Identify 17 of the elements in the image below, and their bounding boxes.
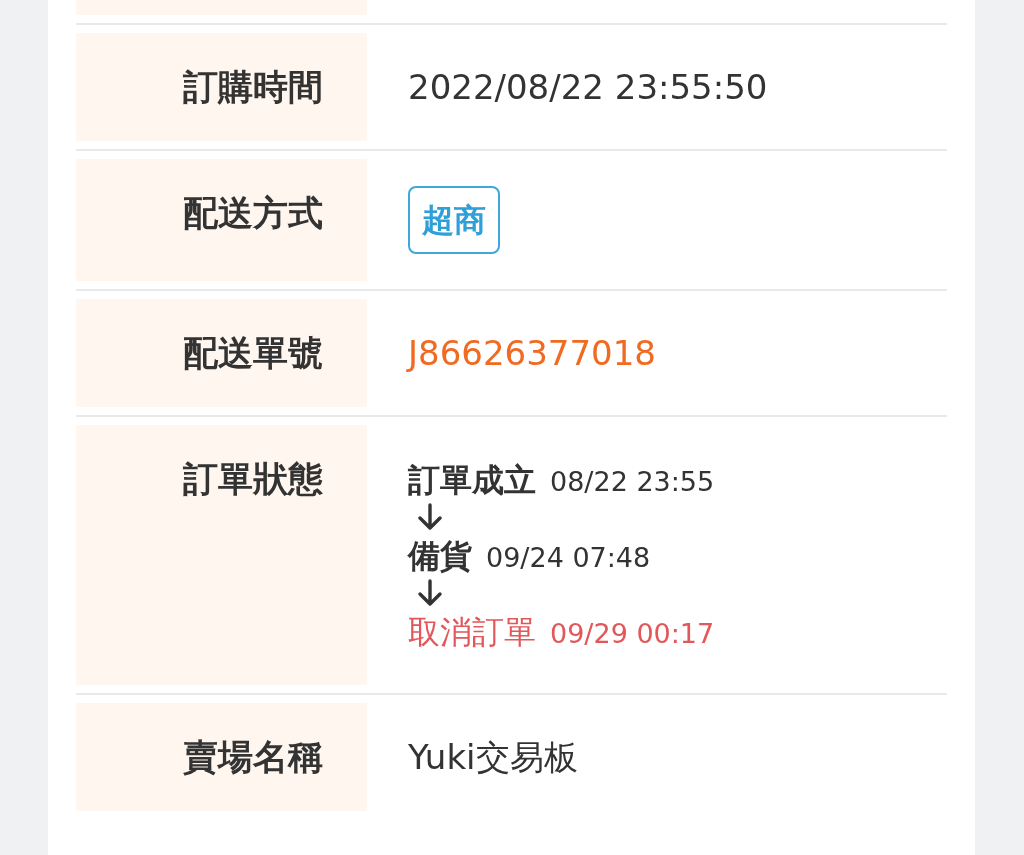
field-label: 配送單號 <box>183 333 323 373</box>
field-value: 2022/08/22 23:55:50 <box>408 67 768 107</box>
field-label: 賣場名稱 <box>183 737 323 777</box>
field-value: Yuki交易板 <box>408 737 578 777</box>
status-time: 08/22 23:55 <box>550 466 715 497</box>
status-label: 訂單成立 <box>408 460 536 501</box>
shipping-tag: 超商 <box>408 186 500 254</box>
status-label: 取消訂單 <box>408 612 536 653</box>
down-arrow-icon <box>415 579 445 607</box>
status-time: 09/29 00:17 <box>550 618 715 649</box>
field-label: 訂單狀態 <box>183 459 323 499</box>
tracking-link[interactable]: J86626377018 <box>408 333 656 373</box>
field-label: 訂購時間 <box>183 67 323 107</box>
field-label: 配送方式 <box>183 193 323 233</box>
status-time: 09/24 07:48 <box>486 542 651 573</box>
down-arrow-icon <box>415 503 445 531</box>
status-label: 備貨 <box>408 536 472 577</box>
